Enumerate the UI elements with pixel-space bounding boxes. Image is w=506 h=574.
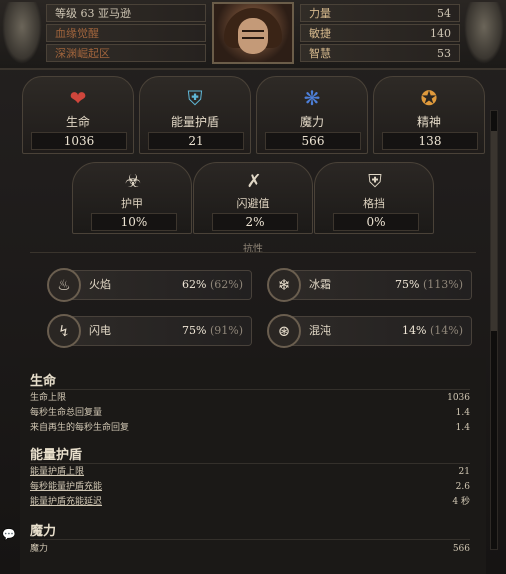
statue-ornament-right <box>464 2 504 64</box>
stat-value: 0% <box>333 213 419 231</box>
character-level-class: 等级 63 亚马逊 <box>46 4 206 22</box>
detail-row[interactable]: 每秒能量护盾充能 2.6 <box>30 480 470 495</box>
stat-label: 护甲 <box>121 197 143 210</box>
resistance-fire[interactable]: ♨ 火焰 62% (62%) <box>47 268 252 302</box>
resistance-value: 75% (113%) <box>395 278 463 291</box>
resistance-value: 75% (91%) <box>182 324 243 337</box>
divider <box>30 539 470 540</box>
resistance-label: 火焰 <box>89 278 111 291</box>
resistance-cold[interactable]: ❄ 冰霜 75% (113%) <box>267 268 472 302</box>
resistance-chaos[interactable]: ⊛ 混沌 14% (14%) <box>267 314 472 348</box>
resistance-label: 混沌 <box>309 324 331 337</box>
detail-row[interactable]: 能量护盾充能延迟 4 秒 <box>30 495 470 510</box>
stat-card-block[interactable]: ⛨ 格挡 0% <box>314 162 434 234</box>
shield-icon: ⛨ <box>187 86 203 110</box>
stat-card-spirit[interactable]: ✪ 精神 138 <box>373 76 485 154</box>
stat-card-life[interactable]: ❤ 生命 1036 <box>22 76 134 154</box>
stat-label: 精神 <box>416 115 441 129</box>
detail-row[interactable]: 能量护盾上限 21 <box>30 465 470 480</box>
stat-label: 格挡 <box>363 197 385 210</box>
resistance-lightning[interactable]: ↯ 闪电 75% (91%) <box>47 314 252 348</box>
stat-card-evasion[interactable]: ✗ 闪避值 2% <box>193 162 313 234</box>
block-shield-icon: ⛨ <box>368 170 382 192</box>
stat-label: 闪避值 <box>236 197 270 210</box>
stat-value: 566 <box>265 132 361 150</box>
stat-card-energy-shield[interactable]: ⛨ 能量护盾 21 <box>139 76 251 154</box>
divider <box>30 389 470 390</box>
stat-value: 10% <box>91 213 177 231</box>
detail-row[interactable]: 生命上限 1036 <box>30 391 470 406</box>
stat-value: 21 <box>148 132 244 150</box>
stat-card-armor[interactable]: ☣ 护甲 10% <box>72 162 192 234</box>
fire-icon: ♨ <box>47 268 81 302</box>
attribute-strength: 力量 54 <box>300 4 460 22</box>
details-list: 生命 生命上限 1036 每秒生命总回复量 1.4 来自再生的每秒生命回复 1.4 能… <box>20 358 486 574</box>
section-title-energy-shield: 能量护盾 <box>30 448 83 463</box>
cold-icon: ❄ <box>267 268 301 302</box>
character-portrait <box>212 2 294 64</box>
character-info: 等级 63 亚马逊 血缘觉醒 深渊崛起区 <box>46 4 206 64</box>
armor-icon: ☣ <box>124 170 142 192</box>
stat-label: 能量护盾 <box>170 115 219 129</box>
detail-row[interactable]: 来自再生的每秒生命回复 1.4 <box>30 421 470 436</box>
character-panel: 等级 63 亚马逊 血缘觉醒 深渊崛起区 力量 54 敏捷 140 智慧 53 ❤ 生… <box>0 0 506 574</box>
section-title-life: 生命 <box>30 374 57 389</box>
resistance-value: 62% (62%) <box>182 278 243 291</box>
resistance-label: 闪电 <box>89 324 111 337</box>
character-ascendancy: 血缘觉醒 <box>46 24 206 42</box>
mana-flask-icon: ❋ <box>303 86 321 110</box>
stat-label: 魔力 <box>299 115 324 129</box>
stat-value: 1036 <box>31 132 127 150</box>
attributes: 力量 54 敏捷 140 智慧 53 <box>300 4 460 64</box>
section-title-mana: 魔力 <box>30 524 57 539</box>
evasion-icon: ✗ <box>246 170 262 192</box>
character-league: 深渊崛起区 <box>46 44 206 62</box>
divider <box>30 463 470 464</box>
stat-value: 2% <box>212 213 298 231</box>
lightning-icon: ↯ <box>47 314 81 348</box>
character-header: 等级 63 亚马逊 血缘觉醒 深渊崛起区 力量 54 敏捷 140 智慧 53 <box>0 0 506 70</box>
attribute-dexterity: 敏捷 140 <box>300 24 460 42</box>
resistance-label: 冰霜 <box>309 278 331 291</box>
scrollbar-thumb[interactable] <box>491 131 497 331</box>
spirit-icon: ✪ <box>420 86 438 110</box>
detail-row[interactable]: 魔力 566 <box>30 542 470 557</box>
chaos-icon: ⊛ <box>267 314 301 348</box>
heart-icon: ❤ <box>69 86 87 110</box>
scrollbar[interactable] <box>490 110 498 550</box>
resistance-value: 14% (14%) <box>402 324 463 337</box>
stat-value: 138 <box>382 132 478 150</box>
primary-stats: ❤ 生命 1036 ⛨ 能量护盾 21 ❋ 魔力 566 ✪ 精神 138 <box>22 76 486 156</box>
attribute-intelligence: 智慧 53 <box>300 44 460 62</box>
detail-row[interactable]: 每秒生命总回复量 1.4 <box>30 406 470 421</box>
chat-bubble-icon[interactable]: 💬 <box>2 528 16 541</box>
stat-label: 生命 <box>65 115 90 129</box>
divider <box>30 252 476 253</box>
statue-ornament-left <box>2 2 42 64</box>
stat-card-mana[interactable]: ❋ 魔力 566 <box>256 76 368 154</box>
